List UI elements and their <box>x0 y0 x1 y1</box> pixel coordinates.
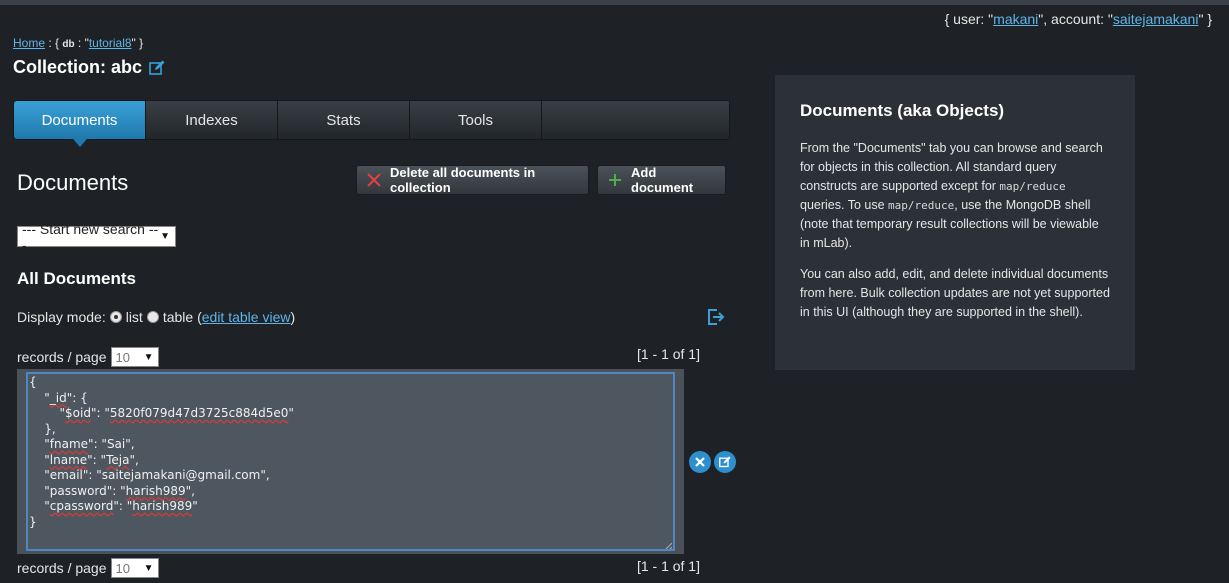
tab-indexes[interactable]: Indexes <box>146 101 278 139</box>
document-item: { "_id": { "$oid": "5820f079d47d3725c884… <box>17 369 684 554</box>
search-select[interactable]: --- Start new search --- ▼ <box>17 221 176 253</box>
chevron-down-icon: ▼ <box>143 351 154 363</box>
pagination-range-top: [1 - 1 of 1] <box>636 346 700 362</box>
help-paragraph-1: From the "Documents" tab you can browse … <box>800 141 1103 250</box>
pagination-range-bottom: [1 - 1 of 1] <box>636 558 700 574</box>
documents-heading: Documents <box>17 170 129 195</box>
add-document-button[interactable]: Add document <box>597 165 726 195</box>
plus-icon <box>608 173 622 187</box>
top-strip <box>0 0 1229 5</box>
export-icon[interactable] <box>707 308 725 326</box>
display-mode: Display mode: list table (edit table vie… <box>17 309 296 325</box>
resize-grip-icon[interactable] <box>664 540 673 549</box>
records-per-page-top: records / page 10 ▼ <box>17 347 159 367</box>
chevron-down-icon: ▼ <box>143 562 154 574</box>
breadcrumb: Home : { db : "tutorial8" } <box>13 36 144 50</box>
tab-documents[interactable]: Documents <box>14 101 146 147</box>
delete-document-button[interactable] <box>689 451 711 473</box>
account-link[interactable]: saitejamakani <box>1113 11 1199 27</box>
page-title: Collection: abc <box>13 57 165 78</box>
records-per-page-select-bottom[interactable]: 10 ▼ <box>110 558 159 578</box>
collection-tabs: Documents Indexes Stats Tools <box>13 100 730 147</box>
tab-tools[interactable]: Tools <box>410 101 542 139</box>
edit-icon <box>719 456 731 468</box>
edit-icon[interactable] <box>149 60 165 76</box>
help-panel: Documents (aka Objects) From the "Docume… <box>775 75 1135 370</box>
tab-stats[interactable]: Stats <box>278 101 410 139</box>
records-per-page-select-top[interactable]: 10 ▼ <box>110 347 159 367</box>
breadcrumb-home-link[interactable]: Home <box>13 36 45 50</box>
display-mode-list-radio[interactable] <box>109 311 122 323</box>
edit-document-button[interactable] <box>714 451 736 473</box>
close-icon <box>367 173 381 187</box>
delete-all-documents-button[interactable]: Delete all documents in collection <box>356 165 589 195</box>
display-mode-table-radio[interactable] <box>146 311 159 323</box>
breadcrumb-db-link[interactable]: tutorial8 <box>89 36 132 50</box>
all-documents-heading: All Documents <box>17 269 137 288</box>
user-link[interactable]: makani <box>993 11 1038 27</box>
help-title: Documents (aka Objects) <box>800 101 1005 120</box>
user-account-info: { user: "makani", account: "saitejamakan… <box>944 11 1212 27</box>
help-paragraph-2: You can also add, edit, and delete indiv… <box>800 267 1110 319</box>
document-json-editor[interactable]: { "_id": { "$oid": "5820f079d47d3725c884… <box>26 372 675 551</box>
chevron-down-icon: ▼ <box>160 231 170 242</box>
close-icon <box>695 457 705 467</box>
edit-table-view-link[interactable]: edit table view <box>202 309 291 325</box>
records-per-page-bottom: records / page 10 ▼ <box>17 558 159 578</box>
